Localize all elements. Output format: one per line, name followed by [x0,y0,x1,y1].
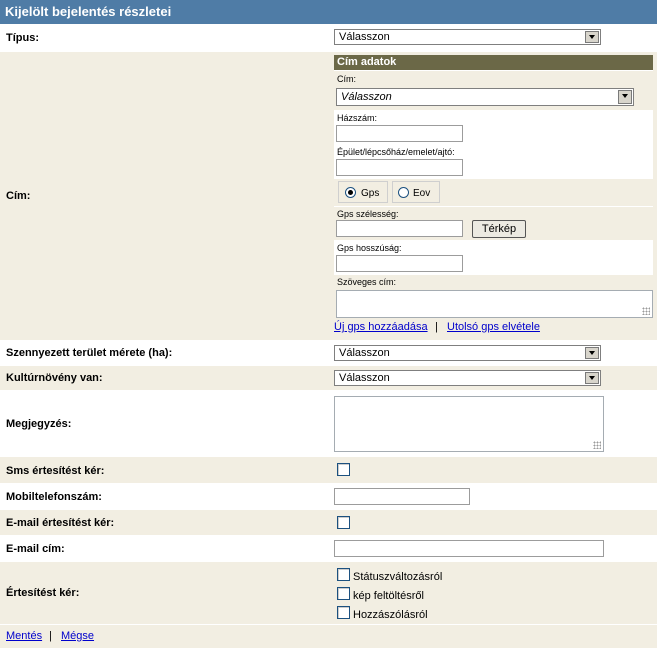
megjegyzes-textarea[interactable] [334,396,604,452]
email-ertesites-checkbox[interactable] [337,516,350,529]
cim-sub-row: Cím: Válasszon [334,70,653,110]
cim-adatok-header: Cím adatok [334,55,653,70]
mobil-row: Mobiltelefonszám: [0,483,657,509]
eov-radio-label: Eov [413,188,431,199]
gps-szelesseg-label: Gps szélesség: [337,209,399,219]
email-ertesites-row: E-mail értesítést kér: [0,509,657,535]
mobil-label: Mobiltelefonszám: [6,491,102,503]
hozzaszolas-label: Hozzászólásról [353,609,428,621]
terulet-select[interactable]: Válasszon [334,345,601,361]
kep-label: kép feltöltésről [353,590,424,602]
hazszam-label: Házszám: [337,113,378,123]
tipus-label: Típus: [6,32,39,44]
gps-szelesseg-input[interactable] [336,220,463,237]
hazszam-input[interactable] [336,125,463,142]
cim-label: Cím: [6,190,31,202]
cim-select[interactable]: Válasszon [336,88,634,106]
megjegyzes-row: Megjegyzés: [0,390,657,456]
uj-gps-link[interactable]: Új gps hozzáadása [334,321,428,333]
epulet-input[interactable] [336,159,463,176]
kultur-row: Kultúrnövény van: Válasszon [0,365,657,390]
kultur-label: Kultúrnövény van: [6,372,103,384]
szoveges-row: Szöveges cím: [334,274,653,319]
panel-title: Kijelölt bejelentés részletei [0,0,657,24]
kultur-select-value: Válasszon [339,372,390,384]
terulet-select-value: Válasszon [339,347,390,359]
gps-eov-row: Gps Eov [334,178,653,206]
hozzaszolas-checkbox[interactable] [337,606,350,619]
footer-separator: | [49,630,52,642]
chevron-down-icon [585,372,599,384]
eov-radio[interactable] [398,187,409,198]
terulet-row: Szennyezett terület mérete (ha): Válassz… [0,340,657,365]
kultur-select[interactable]: Válasszon [334,370,601,386]
tipus-row: Típus: Válasszon [0,24,657,51]
gps-radio-box[interactable]: Gps [338,181,388,203]
ertesites-row: Értesítést kér: Státuszváltozásról kép f… [0,561,657,624]
gps-link-separator: | [435,321,438,333]
gps-links: Új gps hozzáadása | Utolsó gps elvétele [334,321,653,337]
resize-grip-icon [593,441,601,449]
kep-checkbox[interactable] [337,587,350,600]
gps-hosszusag-input[interactable] [336,255,463,272]
epulet-label: Épület/lépcsőház/emelet/ajtó: [337,147,455,157]
sms-checkbox[interactable] [337,463,350,476]
szoveges-textarea[interactable] [336,290,653,318]
gps-hosszusag-row: Gps hosszúság: [334,240,653,274]
sms-row: Sms értesítést kér: [0,456,657,483]
ertesites-label: Értesítést kér: [6,587,80,599]
gps-radio-label: Gps [361,188,380,199]
megjegyzes-label: Megjegyzés: [6,418,72,430]
szoveges-label: Szöveges cím: [337,277,397,287]
statusz-label: Státuszváltozásról [353,571,443,583]
email-cim-row: E-mail cím: [0,535,657,561]
terulet-label: Szennyezett terület mérete (ha): [6,347,173,359]
epulet-row: Épület/lépcsőház/emelet/ajtó: [334,144,653,178]
chevron-down-icon [585,31,599,43]
chevron-down-icon [618,90,632,104]
sms-label: Sms értesítést kér: [6,465,105,477]
chevron-down-icon [585,347,599,359]
cancel-link[interactable]: Mégse [61,630,94,642]
cim-adatok-panel: Cím adatok Cím: Válasszon Házszám: Épüle… [334,55,653,337]
utolso-gps-link[interactable]: Utolsó gps elvétele [447,321,540,333]
save-link[interactable]: Mentés [6,630,42,642]
footer-row: Mentés | Mégse [0,624,657,648]
hazszam-row: Házszám: [334,110,653,144]
tipus-select-value: Válasszon [339,31,390,43]
gps-hosszusag-label: Gps hosszúság: [337,243,402,253]
resize-grip-icon [642,307,650,315]
email-cim-label: E-mail cím: [6,543,65,555]
email-ertesites-label: E-mail értesítést kér: [6,517,115,529]
terkep-button[interactable]: Térkép [472,220,526,238]
gps-szelesseg-row: Gps szélesség: Térkép [334,206,653,240]
gps-radio[interactable] [345,187,356,198]
statusz-checkbox[interactable] [337,568,350,581]
mobil-input[interactable] [334,488,470,505]
eov-radio-box[interactable]: Eov [392,181,440,203]
cim-sub-label: Cím: [337,74,356,84]
tipus-select[interactable]: Válasszon [334,29,601,45]
email-cim-input[interactable] [334,540,604,557]
cim-select-value: Válasszon [341,91,392,103]
